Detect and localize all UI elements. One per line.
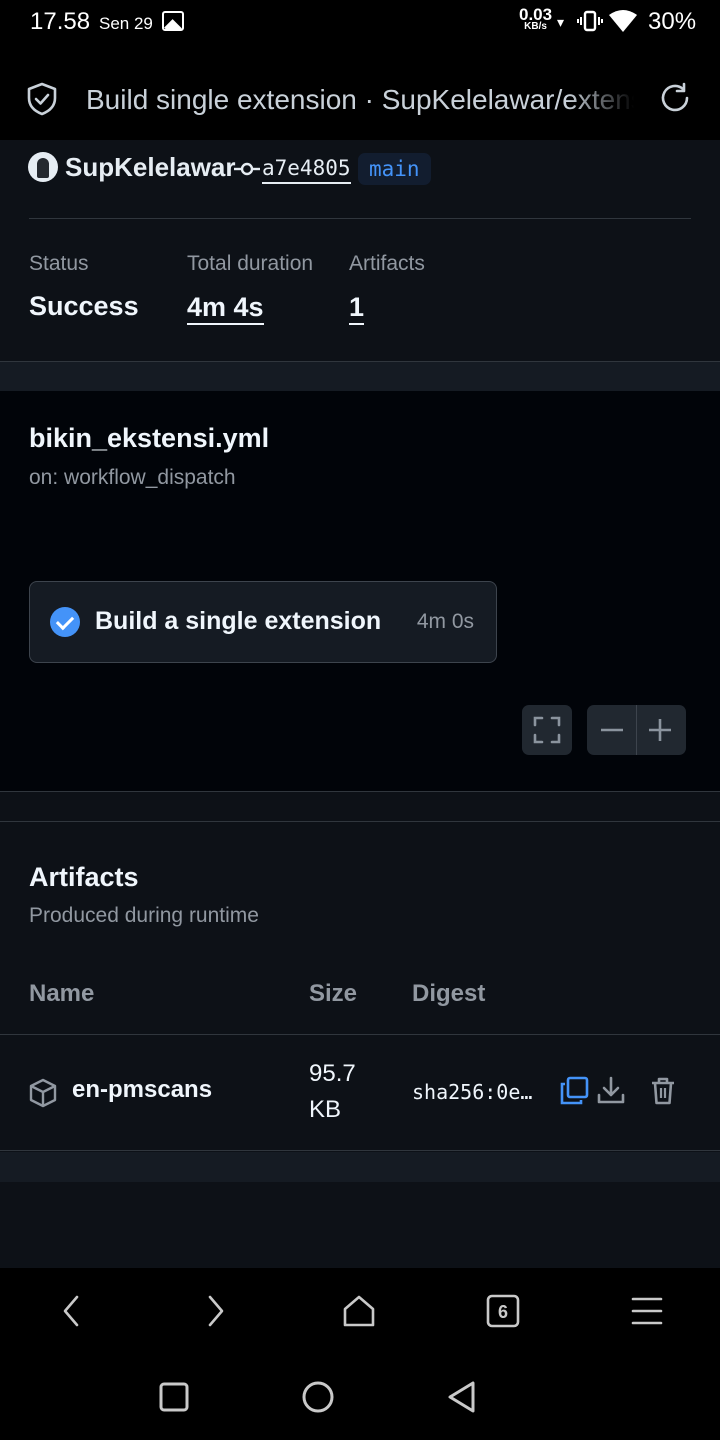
browser-toolbar: 6 <box>0 1268 720 1354</box>
battery-level: 30% <box>648 8 697 35</box>
artifacts-title: Artifacts <box>29 862 139 892</box>
artifacts-count-label: Artifacts <box>349 252 425 275</box>
package-icon <box>29 1078 57 1108</box>
gallery-notification-icon <box>162 11 184 31</box>
column-header-digest: Digest <box>412 980 486 1007</box>
commit-sha-link[interactable]: a7e4805 <box>262 154 351 184</box>
wifi-icon <box>609 10 637 32</box>
page-title[interactable]: Build single extension · SupKelelawar/ex… <box>86 84 634 116</box>
vibrate-icon <box>577 10 603 32</box>
duration-label: Total duration <box>187 252 314 275</box>
back-nav-icon[interactable] <box>446 1380 478 1414</box>
delete-icon[interactable] <box>650 1076 676 1106</box>
artifact-name-link[interactable]: en-pmscans <box>72 1076 212 1104</box>
status-bar: 17.58 Sen 29 0.03 KB/s ▾ 30% <box>0 0 720 44</box>
section-gap <box>0 1152 720 1182</box>
forward-icon[interactable] <box>205 1294 227 1328</box>
check-circle-icon <box>50 607 80 637</box>
zoom-out-icon[interactable] <box>600 718 624 742</box>
section-gap <box>0 362 720 391</box>
job-card[interactable]: Build a single extension 4m 0s <box>29 581 497 663</box>
menu-icon[interactable] <box>631 1294 663 1328</box>
artifact-size: 95.7 KB <box>309 1060 356 1123</box>
column-header-size: Size <box>309 980 358 1007</box>
section-gap <box>0 792 720 822</box>
back-icon[interactable] <box>60 1294 82 1328</box>
fullscreen-icon <box>533 716 561 744</box>
shield-check-icon <box>27 82 57 116</box>
workflow-trigger: on: workflow_dispatch <box>29 466 236 489</box>
duration-value[interactable]: 4m 4s <box>187 291 264 325</box>
run-summary: SupKelelawar a7e4805 main Status Total d… <box>0 140 720 362</box>
home-icon[interactable] <box>342 1294 376 1328</box>
commit-icon <box>234 162 260 176</box>
tab-count: 6 <box>498 1302 508 1322</box>
page-content: SupKelelawar a7e4805 main Status Total d… <box>0 140 720 1268</box>
branch-badge[interactable]: main <box>358 153 431 185</box>
zoom-separator <box>636 705 637 755</box>
job-name: Build a single extension <box>95 607 382 635</box>
divider <box>0 1034 720 1035</box>
artifacts-count-value[interactable]: 1 <box>349 291 365 325</box>
recents-icon[interactable] <box>158 1380 190 1414</box>
zoom-in-icon[interactable] <box>648 718 672 742</box>
job-duration: 4m 0s <box>416 610 474 633</box>
workflow-graph: bikin_ekstensi.yml on: workflow_dispatch… <box>0 391 720 792</box>
zoom-controls <box>587 705 686 755</box>
status-time: 17.58 <box>30 8 91 35</box>
fullscreen-button[interactable] <box>522 705 572 755</box>
download-icon[interactable] <box>597 1076 625 1106</box>
avatar[interactable] <box>28 152 58 182</box>
net-speed: 0.03 KB/s <box>519 5 553 32</box>
status-value: Success <box>29 291 139 321</box>
author-link[interactable]: SupKelelawar <box>65 152 236 183</box>
page-header: Build single extension · SupKelelawar/ex… <box>0 44 720 140</box>
artifacts-section: Artifacts Produced during runtime Name S… <box>0 822 720 1152</box>
home-nav-icon[interactable] <box>300 1380 336 1416</box>
artifacts-subtitle: Produced during runtime <box>29 904 259 927</box>
divider <box>29 218 691 219</box>
data-activity-icon: ▾ <box>557 14 565 30</box>
system-nav-bar <box>0 1354 720 1440</box>
divider <box>0 1150 720 1151</box>
status-label: Status <box>29 252 89 275</box>
status-date: Sen 29 <box>99 14 153 33</box>
copy-icon[interactable] <box>559 1076 589 1106</box>
workflow-file-name: bikin_ekstensi.yml <box>29 423 270 453</box>
tabs-icon[interactable]: 6 <box>486 1294 520 1328</box>
column-header-name: Name <box>29 980 95 1007</box>
artifact-digest: sha256:0e… <box>412 1080 533 1104</box>
refresh-icon[interactable] <box>658 81 692 115</box>
